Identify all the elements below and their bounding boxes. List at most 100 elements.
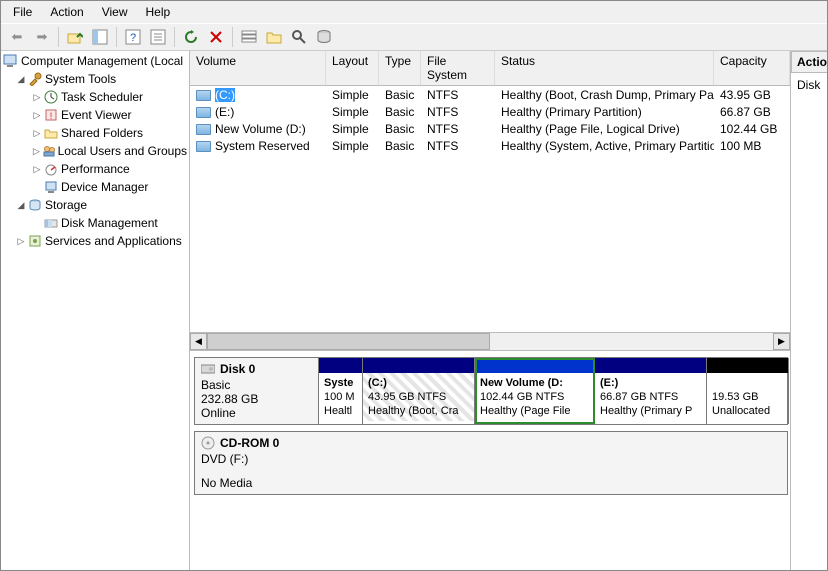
menu-view[interactable]: View	[94, 3, 136, 21]
expand-icon[interactable]: ▷	[31, 92, 43, 103]
cdrom-icon	[201, 436, 215, 450]
hscrollbar[interactable]: ◀ ▶	[190, 332, 790, 350]
main-pane: Volume Layout Type File System Status Ca…	[190, 51, 791, 570]
disk-graphical-view[interactable]: Disk 0 Basic 232.88 GB Online Syste100 M…	[190, 351, 790, 570]
list-settings-icon	[241, 29, 257, 45]
up-button[interactable]	[63, 25, 87, 49]
tree-device-manager[interactable]: Device Manager	[59, 180, 150, 194]
nav-tree[interactable]: Computer Management (Local ◢ System Tool…	[1, 52, 189, 250]
partition[interactable]: 19.53 GBUnallocated	[707, 358, 789, 424]
tree-system-tools[interactable]: System Tools	[43, 72, 118, 86]
collapse-icon[interactable]: ◢	[15, 200, 27, 211]
col-volume[interactable]: Volume	[190, 51, 326, 85]
menu-action[interactable]: Action	[42, 3, 91, 21]
col-layout[interactable]: Layout	[326, 51, 379, 85]
tree-task-scheduler[interactable]: Task Scheduler	[59, 90, 145, 104]
forward-arrow-icon: ➡	[37, 29, 48, 45]
help-button[interactable]: ?	[121, 25, 145, 49]
services-icon	[27, 234, 43, 248]
collapse-icon[interactable]: ◢	[15, 74, 27, 85]
expand-icon[interactable]: ▷	[31, 128, 43, 139]
tree-event-viewer[interactable]: Event Viewer	[59, 108, 133, 122]
disk-0-basic: Basic	[201, 378, 312, 392]
partition[interactable]: Syste100 MHealtl	[319, 358, 363, 424]
settings-button[interactable]	[237, 25, 261, 49]
tree-pane[interactable]: Computer Management (Local ◢ System Tool…	[1, 51, 190, 570]
volume-row[interactable]: System ReservedSimpleBasicNTFSHealthy (S…	[190, 137, 790, 154]
properties-icon	[150, 29, 166, 45]
cdrom-name: CD-ROM 0	[220, 436, 279, 450]
tree-storage[interactable]: Storage	[43, 198, 89, 212]
volume-icon	[196, 124, 211, 135]
tree-local-users[interactable]: Local Users and Groups	[56, 144, 189, 158]
tree-disk-management[interactable]: Disk Management	[59, 216, 160, 230]
hard-disk-icon	[201, 362, 215, 376]
tree-pane-icon	[92, 29, 108, 45]
forward-button[interactable]: ➡	[30, 25, 54, 49]
tree-services[interactable]: Services and Applications	[43, 234, 184, 248]
scroll-track[interactable]	[207, 333, 773, 350]
event-icon: !	[43, 108, 59, 122]
partition[interactable]: (E:)66.87 GB NTFSHealthy (Primary P	[595, 358, 707, 424]
show-hide-tree-button[interactable]	[88, 25, 112, 49]
col-status[interactable]: Status	[495, 51, 714, 85]
scroll-thumb[interactable]	[207, 333, 490, 350]
menu-file[interactable]: File	[5, 3, 40, 21]
volume-rows[interactable]: (C:)SimpleBasicNTFSHealthy (Boot, Crash …	[190, 86, 790, 332]
menubar: File Action View Help	[1, 1, 827, 23]
tree-shared-folders[interactable]: Shared Folders	[59, 126, 145, 140]
col-capacity[interactable]: Capacity	[714, 51, 790, 85]
shared-folder-icon	[43, 126, 59, 140]
volume-list-header[interactable]: Volume Layout Type File System Status Ca…	[190, 51, 790, 86]
col-fs[interactable]: File System	[421, 51, 495, 85]
back-button[interactable]: ⬅	[5, 25, 29, 49]
up-folder-icon	[67, 29, 83, 45]
expand-icon[interactable]: ▷	[31, 164, 43, 175]
menu-help[interactable]: Help	[138, 3, 179, 21]
volume-icon	[196, 90, 211, 101]
storage-icon	[27, 198, 43, 212]
tree-root[interactable]: Computer Management (Local	[19, 54, 185, 68]
tree-performance[interactable]: Performance	[59, 162, 132, 176]
scroll-left-icon[interactable]: ◀	[190, 333, 207, 350]
open-button[interactable]	[262, 25, 286, 49]
actions-disk-link[interactable]: Disk	[791, 73, 827, 97]
actions-pane: Actio Disk	[791, 51, 827, 570]
expand-icon[interactable]: ▷	[31, 110, 43, 121]
expand-icon[interactable]: ▷	[31, 146, 42, 157]
disk-button[interactable]	[312, 25, 336, 49]
disk-0-row[interactable]: Disk 0 Basic 232.88 GB Online Syste100 M…	[194, 357, 788, 425]
cdrom-line2: No Media	[201, 476, 313, 490]
refresh-button[interactable]	[179, 25, 203, 49]
volume-row[interactable]: (E:)SimpleBasicNTFSHealthy (Primary Part…	[190, 103, 790, 120]
expand-icon[interactable]: ▷	[15, 236, 27, 247]
disk-0-info[interactable]: Disk 0 Basic 232.88 GB Online	[195, 358, 319, 424]
performance-icon	[43, 162, 59, 176]
partition[interactable]: (C:)43.95 GB NTFSHealthy (Boot, Cra	[363, 358, 475, 424]
find-button[interactable]	[287, 25, 311, 49]
volume-row[interactable]: New Volume (D:)SimpleBasicNTFSHealthy (P…	[190, 120, 790, 137]
svg-text:?: ?	[130, 32, 136, 44]
col-type[interactable]: Type	[379, 51, 421, 85]
properties-button[interactable]	[146, 25, 170, 49]
cdrom-info[interactable]: CD-ROM 0 DVD (F:) No Media	[195, 432, 319, 494]
refresh-icon	[183, 29, 199, 45]
volume-list: Volume Layout Type File System Status Ca…	[190, 51, 790, 351]
x-icon	[209, 30, 223, 44]
cancel-button[interactable]	[204, 25, 228, 49]
users-icon	[42, 144, 56, 158]
volume-row[interactable]: (C:)SimpleBasicNTFSHealthy (Boot, Crash …	[190, 86, 790, 103]
disk-0-partitions: Syste100 MHealtl(C:)43.95 GB NTFSHealthy…	[319, 358, 789, 424]
cdrom-line1: DVD (F:)	[201, 452, 313, 466]
body: Computer Management (Local ◢ System Tool…	[1, 51, 827, 570]
scroll-right-icon[interactable]: ▶	[773, 333, 790, 350]
computer-management-window: File Action View Help ⬅ ➡ ?	[0, 0, 828, 571]
cdrom-partitions	[319, 432, 787, 494]
partition[interactable]: New Volume (D:102.44 GB NTFSHealthy (Pag…	[475, 358, 595, 424]
svg-text:!: !	[50, 111, 53, 121]
volume-icon	[196, 141, 211, 152]
disk-0-state: Online	[201, 406, 312, 420]
cdrom-row[interactable]: CD-ROM 0 DVD (F:) No Media	[194, 431, 788, 495]
help-icon: ?	[125, 29, 141, 45]
toolbar-separator	[58, 27, 59, 47]
